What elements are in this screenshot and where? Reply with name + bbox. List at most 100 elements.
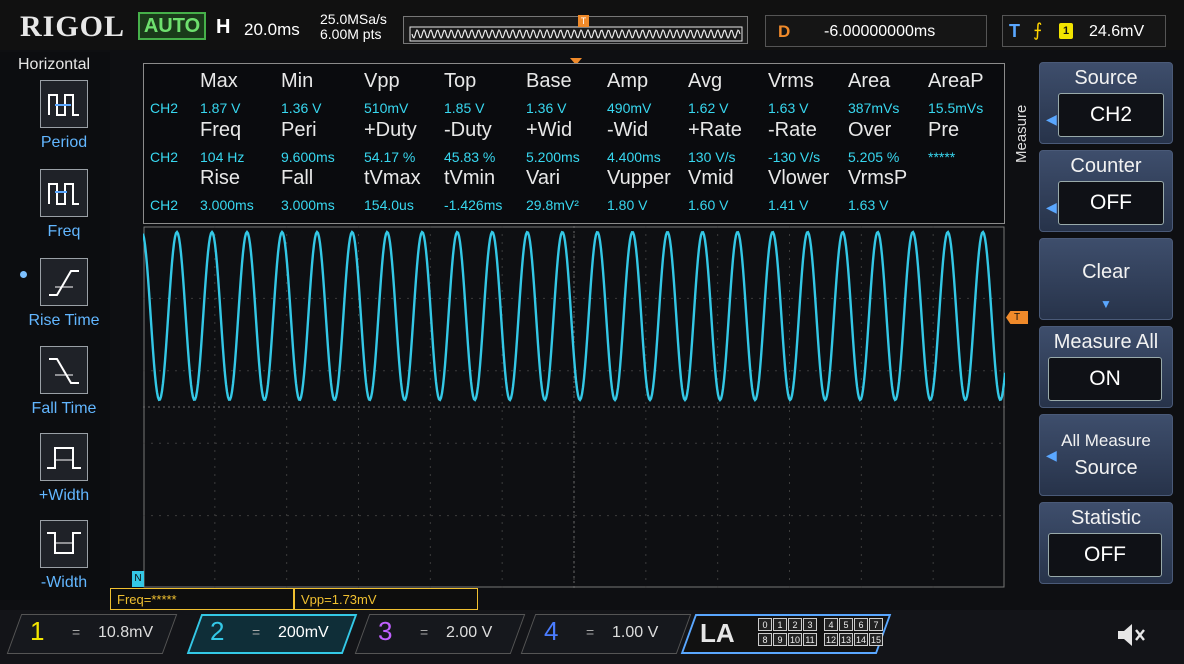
trigger-label: T [1009,21,1020,41]
counter-value: OFF [1058,181,1164,225]
measure-label: -Wid [607,119,649,141]
measure-value: 1.62 V [688,100,729,116]
period-icon [40,80,88,128]
channel-number: 1 [30,616,45,646]
measure-label: Over [848,119,892,141]
fall-time-icon [40,346,88,394]
measure-value: 490mV [607,100,652,116]
source-button[interactable]: Source ◀ CH2 [1039,62,1173,144]
measure-value: 1.85 V [444,100,485,116]
clear-button[interactable]: Clear ▼ [1039,238,1173,320]
run-mode-badge[interactable]: AUTO [138,12,206,40]
measure-value: 104 Hz [200,149,245,165]
measure-label: VrmsP [848,167,908,189]
channel-3-box[interactable]: 3 = 2.00 V [354,610,526,660]
measure-label: Vari [526,167,561,189]
sample-info: 25.0MSa/s 6.00M pts [320,12,387,42]
channel-1-box[interactable]: 1 = 10.8mV [6,610,178,660]
all-measure-source-button[interactable]: ◀ All Measure Source [1039,414,1173,496]
measure-value: 1.63 V [768,100,809,116]
vpp-readout: Vpp=1.73mV [294,588,478,610]
la-bit: 9 [773,633,787,646]
rising-edge-icon: ⨍ [1033,20,1043,40]
memory-depth: 6.00M pts [320,26,382,42]
channel-2-box[interactable]: 2 = 200mV [186,610,358,660]
measure-label: Area [848,70,891,92]
trigger-box[interactable]: T ⨍ 1 24.6mV [1002,15,1166,47]
measure-value: 45.83 % [444,149,496,165]
la-bit: 4 [824,618,838,631]
delay-box[interactable]: D -6.00000000ms [765,15,987,47]
measure-label: Amp [607,70,649,92]
channel-scale: 2.00 V [446,624,493,641]
left-menu: Horizontal Period Freq Rise Time Fall Ti… [0,52,110,600]
dc-coupling-icon: = [72,624,81,640]
measure-label: tVmin [444,167,496,189]
dc-coupling-icon: = [586,624,595,640]
channel-number: 2 [210,616,225,646]
left-arrow-icon: ◀ [1046,199,1057,215]
menu-side-title: Measure [1013,104,1030,164]
measure-value: 154.0us [364,197,414,213]
dc-coupling-icon: = [420,624,429,640]
measure-value: 1.80 V [607,197,648,213]
statistic-value: OFF [1048,533,1162,577]
measure-label: AreaP [928,70,984,92]
measure-row-channel: CH2 [150,149,179,165]
overview-waveform [409,26,743,42]
trigger-position-marker: T [578,15,589,27]
la-bit: 3 [803,618,817,631]
measure-label: Rise [200,167,241,189]
measure-label: Pre [928,119,960,141]
left-arrow-icon: ◀ [1046,447,1057,463]
menu-item-freq[interactable]: Freq [22,169,106,241]
channel-bar: 1 = 10.8mV 2 = 200mV 3 = 2.00 V 4 = 1.00 V LA 01234… [0,610,1184,664]
logic-analyzer-box[interactable]: LA 0 1 2 3 4 5 6 7 8 9 10 11 12 13 14 15 [680,614,892,654]
measure-label: Vpp [364,70,400,92]
channel-scale: 1.00 V [612,624,659,641]
counter-button[interactable]: Counter ◀ OFF [1039,150,1173,232]
speaker-muted-icon[interactable] [1112,620,1146,650]
la-label: LA [700,618,735,648]
measure-label: Vmid [688,167,734,189]
channel-4-box[interactable]: 4 = 1.00 V [520,610,692,660]
menu-item-fall-time[interactable]: Fall Time [22,346,106,418]
channel-number: 3 [378,616,393,646]
measure-value: 3.000ms [200,197,254,213]
measure-value: 1.36 V [526,100,567,116]
la-bit: 13 [839,633,853,646]
menu-item-rise-time[interactable]: Rise Time [22,258,106,330]
waveform-grid[interactable] [143,226,1005,588]
measure-all-button[interactable]: Measure All ON [1039,326,1173,408]
measure-label: Max [200,70,238,92]
brand-logo: RIGOL [20,10,126,43]
la-bit: 5 [839,618,853,631]
timebase-value[interactable]: 20.0ms [244,20,300,40]
measure-label: Avg [688,70,723,92]
measure-label: Peri [281,119,317,141]
memory-overview-bar[interactable]: T [403,15,748,44]
menu-item-period[interactable]: Period [22,80,106,152]
measure-value: 5.200ms [526,149,580,165]
menu-item-negative-width[interactable]: -Width [22,520,106,592]
la-bit: 7 [869,618,883,631]
channel-ground-marker[interactable]: N [132,571,144,587]
measure-value: 9.600ms [281,149,335,165]
oscilloscope-screen: RIGOL AUTO H 20.0ms 25.0MSa/s 6.00M pts … [0,0,1184,664]
chevron-down-icon: ▼ [1100,297,1112,311]
negative-width-icon [40,520,88,568]
delay-value: -6.00000000ms [824,23,936,40]
measure-value: 29.8mV² [526,197,579,213]
trigger-source: 1 [1059,23,1073,39]
statistic-button[interactable]: Statistic OFF [1039,502,1173,584]
measure-value: 5.205 % [848,149,900,165]
menu-item-positive-width[interactable]: +Width [22,433,106,505]
measurement-table: CH2 Max Min Vpp Top Base Amp Avg Vrms Area AreaP 1.… [143,63,1005,224]
top-status-bar: RIGOL AUTO H 20.0ms 25.0MSa/s 6.00M pts … [0,0,1184,50]
measure-label: Freq [200,119,242,141]
measure-value: 1.87 V [200,100,241,116]
left-menu-title: Horizontal [18,56,91,73]
la-bit: 0 [758,618,772,631]
la-bit: 12 [824,633,838,646]
left-arrow-icon: ◀ [1046,111,1057,127]
